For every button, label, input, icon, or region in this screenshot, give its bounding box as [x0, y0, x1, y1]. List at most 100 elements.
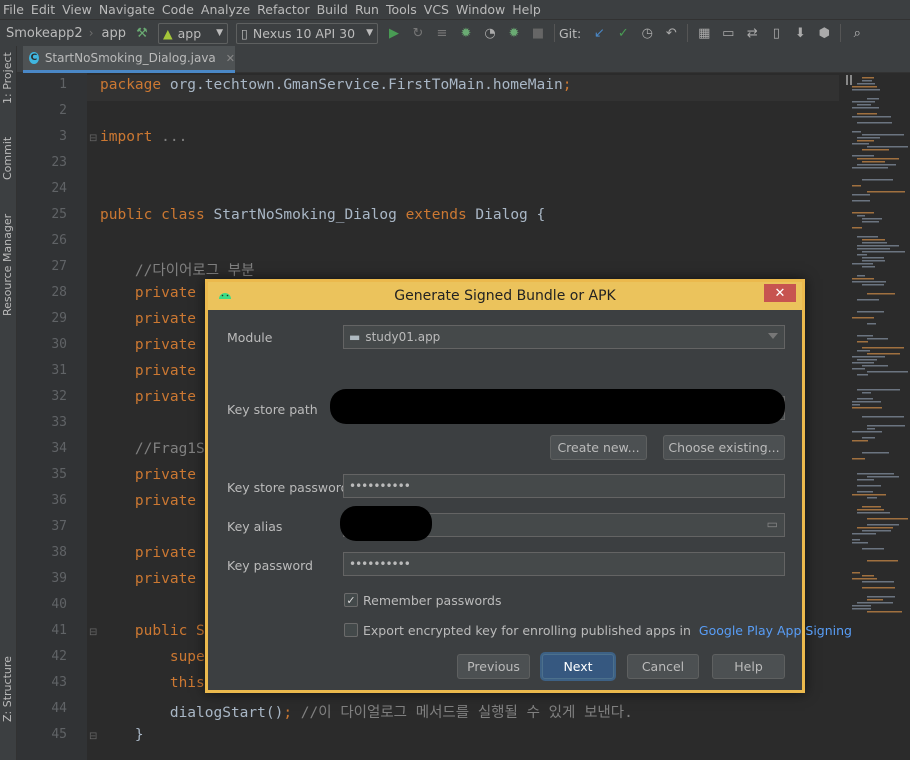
attach-debugger-icon[interactable]: ✹: [506, 25, 522, 41]
minimap-line: [857, 113, 877, 115]
menu-item-window[interactable]: Window: [453, 0, 509, 19]
code-line[interactable]: supe: [100, 649, 205, 665]
key-store-password-input[interactable]: ••••••••••: [343, 474, 785, 498]
code-line[interactable]: //다이어로그 부분: [100, 259, 255, 280]
android-icon: ▲: [162, 25, 173, 41]
key-password-input[interactable]: ••••••••••: [343, 552, 785, 576]
update-project-icon[interactable]: ↙: [591, 25, 607, 41]
close-button[interactable]: ✕: [764, 284, 796, 302]
commit-panel-tab[interactable]: Commit: [1, 137, 14, 180]
next-button[interactable]: Next: [542, 654, 614, 679]
menu-item-code[interactable]: Code: [159, 0, 198, 19]
minimap-line: [862, 179, 893, 181]
folder-icon[interactable]: ▭: [767, 517, 778, 531]
minimap-line: [867, 518, 908, 520]
line-number: 29: [51, 311, 67, 326]
debug-icon[interactable]: ✹: [458, 25, 474, 41]
code-line[interactable]: package org.techtown.GmanService.FirstTo…: [100, 77, 571, 93]
menu-item-file[interactable]: File: [0, 0, 28, 19]
code-line[interactable]: public S: [100, 623, 205, 639]
code-line[interactable]: private: [100, 311, 196, 327]
remember-passwords-checkbox[interactable]: ✓: [344, 593, 358, 607]
code-line[interactable]: public class StartNoSmoking_Dialog exten…: [100, 207, 545, 223]
minimap-line: [857, 299, 879, 301]
run-config-select[interactable]: ▲ app ▼: [157, 22, 228, 44]
code-line[interactable]: private: [100, 545, 196, 561]
code-line[interactable]: dialogStart(); //이 다이얼로그 메서드를 실행될 수 있게 보…: [100, 701, 633, 722]
minimap-line: [852, 317, 874, 319]
minimap-line: [852, 494, 886, 496]
help-button[interactable]: Help: [712, 654, 785, 679]
menu-item-vcs[interactable]: VCS: [421, 0, 453, 19]
cube-icon[interactable]: ⬢: [816, 25, 832, 41]
menu-item-run[interactable]: Run: [352, 0, 383, 19]
project-panel-tab[interactable]: 1: Project: [1, 52, 14, 104]
search-icon[interactable]: ⌕: [849, 25, 865, 41]
menu-item-view[interactable]: View: [59, 0, 96, 19]
code-line[interactable]: private: [100, 493, 196, 509]
minimap-line: [852, 185, 861, 187]
minimap-line: [852, 572, 860, 574]
code-line[interactable]: private: [100, 337, 196, 353]
close-icon[interactable]: ✕: [226, 52, 235, 65]
commit-icon[interactable]: ✓: [615, 25, 631, 41]
code-line[interactable]: private: [100, 467, 196, 483]
minimap-line: [852, 167, 888, 169]
code-line[interactable]: private: [100, 363, 196, 379]
apply-code-changes-icon[interactable]: ≡: [434, 25, 450, 41]
cancel-button[interactable]: Cancel: [627, 654, 699, 679]
rollback-icon[interactable]: ↶: [663, 25, 679, 41]
apply-changes-icon[interactable]: ↻: [410, 25, 426, 41]
resource-manager-tab[interactable]: Resource Manager: [1, 214, 14, 316]
fold-marker-icon[interactable]: ⊟: [89, 731, 97, 742]
google-play-signing-link[interactable]: Google Play App Signing: [699, 623, 852, 638]
layout-inspector-icon[interactable]: ⬇: [792, 25, 808, 41]
line-number: 36: [51, 493, 67, 508]
create-new-button[interactable]: Create new...: [550, 435, 647, 460]
code-line[interactable]: //Frag1S: [100, 441, 205, 457]
previous-button[interactable]: Previous: [457, 654, 530, 679]
project-structure-icon[interactable]: ▦: [696, 25, 712, 41]
breadcrumb-project[interactable]: Smokeapp2: [0, 26, 87, 41]
menu-item-build[interactable]: Build: [314, 0, 352, 19]
run-icon[interactable]: ▶: [386, 25, 402, 41]
fold-marker-icon[interactable]: ⊟: [89, 627, 97, 638]
structure-panel-tab[interactable]: Z: Structure: [1, 656, 14, 722]
device-select[interactable]: ▯ Nexus 10 API 30 ▼: [235, 22, 378, 44]
code-line[interactable]: }: [100, 727, 144, 743]
code-line[interactable]: this: [100, 675, 205, 691]
line-number: 35: [51, 467, 67, 482]
minimap-line: [857, 398, 873, 400]
fold-marker-icon[interactable]: ⊟: [89, 133, 97, 144]
line-number: 37: [51, 519, 67, 534]
editor-tab[interactable]: C StartNoSmoking_Dialog.java ✕: [23, 46, 235, 73]
minimap-line: [862, 251, 905, 253]
avd-manager-icon[interactable]: ⇄: [744, 25, 760, 41]
history-icon[interactable]: ◷: [639, 25, 655, 41]
breadcrumb-separator: ›: [88, 26, 94, 40]
stop-icon[interactable]: ■: [530, 25, 546, 41]
export-encrypted-text: Export encrypted key for enrolling publi…: [363, 623, 691, 638]
hammer-icon[interactable]: ⚒: [134, 25, 150, 41]
menu-item-refactor[interactable]: Refactor: [254, 0, 313, 19]
breadcrumb-module[interactable]: app: [96, 26, 130, 41]
menu-item-tools[interactable]: Tools: [383, 0, 421, 19]
menu-item-navigate[interactable]: Navigate: [96, 0, 159, 19]
sdk-manager-icon[interactable]: ▯: [768, 25, 784, 41]
export-encrypted-checkbox[interactable]: [344, 623, 358, 637]
choose-existing-button[interactable]: Choose existing...: [663, 435, 785, 460]
menu-item-edit[interactable]: Edit: [28, 0, 59, 19]
device-label: Nexus 10 API 30: [252, 25, 356, 41]
code-line[interactable]: import ...: [100, 129, 187, 145]
code-line[interactable]: private: [100, 571, 196, 587]
minimap-line: [852, 440, 868, 442]
remember-passwords-label: Remember passwords: [363, 593, 502, 608]
minimap-line: [852, 533, 876, 535]
menu-item-help[interactable]: Help: [509, 0, 545, 19]
sync-gradle-icon[interactable]: ▭: [720, 25, 736, 41]
code-line[interactable]: private: [100, 285, 196, 301]
profile-icon[interactable]: ◔: [482, 25, 498, 41]
code-line[interactable]: private: [100, 389, 196, 405]
module-select[interactable]: ▬ study01.app: [343, 325, 785, 349]
menu-item-analyze[interactable]: Analyze: [198, 0, 254, 19]
